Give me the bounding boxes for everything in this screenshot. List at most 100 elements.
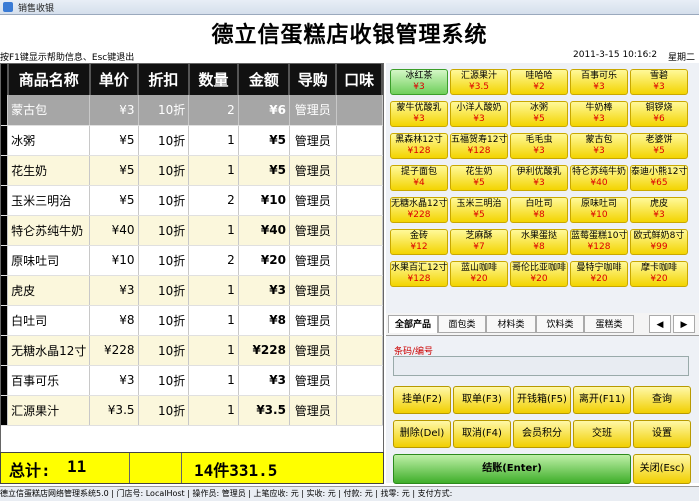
close-button[interactable]: 关闭(Esc) xyxy=(633,454,691,484)
query-button[interactable]: 查询 xyxy=(633,386,691,414)
product-price: ¥4 xyxy=(413,178,425,188)
product-button[interactable]: 哥伦比亚咖啡 ¥20 xyxy=(510,261,568,287)
total-label: 总计: xyxy=(9,461,51,480)
product-button[interactable]: 白吐司 ¥8 xyxy=(510,197,568,223)
product-name: 牛奶棒 xyxy=(585,103,613,113)
table-row[interactable]: 汇源果汁 ¥3.5 10折 1 ¥3.5 管理员 xyxy=(1,395,383,426)
tab-scroll-right-icon[interactable]: ▶ xyxy=(673,315,695,333)
product-button[interactable]: 老婆饼 ¥5 xyxy=(630,133,688,159)
table-row[interactable]: 无糖水晶12寸 ¥228 10折 1 ¥228 管理员 xyxy=(1,335,383,366)
table-row[interactable]: 玉米三明治 ¥5 10折 2 ¥10 管理员 xyxy=(1,185,383,216)
product-button[interactable]: 玉米三明治 ¥5 xyxy=(450,197,508,223)
cancel-button[interactable]: 取消(F4) xyxy=(453,420,511,448)
cell-amount: ¥5 xyxy=(238,125,290,156)
product-button[interactable]: 原味吐司 ¥10 xyxy=(570,197,628,223)
cell-name: 百事可乐 xyxy=(7,365,91,396)
table-row[interactable]: 蒙古包 ¥3 10折 2 ¥6 管理员 xyxy=(1,95,383,126)
product-button[interactable]: 芝麻酥 ¥7 xyxy=(450,229,508,255)
product-button[interactable]: 黑森林12寸 ¥128 xyxy=(390,133,448,159)
product-button[interactable]: 蒙古包 ¥3 xyxy=(570,133,628,159)
product-button[interactable]: 欧式鲜奶8寸 ¥99 xyxy=(630,229,688,255)
cell-flavor xyxy=(336,155,383,186)
cell-amount: ¥3 xyxy=(238,275,290,306)
cell-price: ¥8 xyxy=(89,305,139,336)
cell-amount: ¥6 xyxy=(238,95,290,126)
tab-scroll-left-icon[interactable]: ◀ xyxy=(649,315,671,333)
tab-bread[interactable]: 面包类 xyxy=(438,315,486,333)
col-header-price[interactable]: 单价 xyxy=(89,64,140,95)
product-button[interactable]: 百事可乐 ¥3 xyxy=(570,69,628,95)
product-button[interactable]: 小洋人酸奶 ¥3 xyxy=(450,101,508,127)
retrieve-order-button[interactable]: 取单(F3) xyxy=(453,386,511,414)
product-button[interactable]: 花生奶 ¥5 xyxy=(450,165,508,191)
hold-order-button[interactable]: 挂单(F2) xyxy=(393,386,451,414)
product-name: 小洋人酸奶 xyxy=(456,103,502,113)
product-button[interactable]: 牛奶棒 ¥3 xyxy=(570,101,628,127)
cell-flavor xyxy=(336,125,383,156)
cell-price: ¥5 xyxy=(89,125,139,156)
cell-qty: 1 xyxy=(188,335,239,366)
member-points-button[interactable]: 会员积分 xyxy=(513,420,571,448)
shift-handover-button[interactable]: 交班 xyxy=(573,420,631,448)
product-button[interactable]: 铜锣烧 ¥6 xyxy=(630,101,688,127)
product-button[interactable]: 蒙牛优酸乳 ¥3 xyxy=(390,101,448,127)
product-button[interactable]: 哇哈哈 ¥2 xyxy=(510,69,568,95)
delete-button[interactable]: 删除(Del) xyxy=(393,420,451,448)
product-button[interactable]: 汇源果汁 ¥3.5 xyxy=(450,69,508,95)
product-button[interactable]: 雪碧 ¥3 xyxy=(630,69,688,95)
col-header-discount[interactable]: 折扣 xyxy=(138,64,190,95)
product-button[interactable]: 提子面包 ¥4 xyxy=(390,165,448,191)
col-header-qty[interactable]: 数量 xyxy=(188,64,240,95)
product-name: 芝麻酥 xyxy=(465,231,493,241)
col-header-name[interactable]: 商品名称 xyxy=(7,64,91,95)
product-name: 虎皮 xyxy=(649,199,668,209)
product-button[interactable]: 摩卡咖啡 ¥20 xyxy=(630,261,688,287)
product-name: 金砖 xyxy=(409,231,428,241)
barcode-input[interactable] xyxy=(393,356,689,376)
cell-flavor xyxy=(336,395,383,426)
product-button[interactable]: 曼特宁咖啡 ¥20 xyxy=(570,261,628,287)
open-cashbox-button[interactable]: 开钱箱(F5) xyxy=(513,386,571,414)
table-row[interactable]: 百事可乐 ¥3 10折 1 ¥3 管理员 xyxy=(1,365,383,396)
settings-button[interactable]: 设置 xyxy=(633,420,691,448)
tab-cakes[interactable]: 蛋糕类 xyxy=(584,315,634,333)
product-button[interactable]: 泰迪小熊12寸 ¥65 xyxy=(630,165,688,191)
tab-drinks[interactable]: 饮料类 xyxy=(536,315,584,333)
table-row[interactable]: 虎皮 ¥3 10折 1 ¥3 管理员 xyxy=(1,275,383,306)
product-button[interactable]: 冰粥 ¥5 xyxy=(510,101,568,127)
cell-flavor xyxy=(336,365,383,396)
table-row[interactable]: 花生奶 ¥5 10折 1 ¥5 管理员 xyxy=(1,155,383,186)
product-button[interactable]: 水果百汇12寸 ¥128 xyxy=(390,261,448,287)
col-header-amount[interactable]: 金额 xyxy=(238,64,291,95)
table-row[interactable]: 原味吐司 ¥10 10折 2 ¥20 管理员 xyxy=(1,245,383,276)
category-tabs: 全部产品 面包类 材料类 饮料类 蛋糕类 ◀ ▶ xyxy=(386,313,699,336)
product-button[interactable]: 水果蛋挞 ¥8 xyxy=(510,229,568,255)
product-button[interactable]: 伊利优酸乳 ¥3 xyxy=(510,165,568,191)
table-row[interactable]: 白吐司 ¥8 10折 1 ¥8 管理员 xyxy=(1,305,383,336)
settle-button[interactable]: 结账(Enter) xyxy=(393,454,631,484)
product-button[interactable]: 五福贺寿12寸 ¥128 xyxy=(450,133,508,159)
leave-button[interactable]: 离开(F11) xyxy=(573,386,631,414)
tab-all-products[interactable]: 全部产品 xyxy=(388,315,438,333)
product-button[interactable]: 蓝山咖啡 ¥20 xyxy=(450,261,508,287)
product-button[interactable]: 毛毛虫 ¥3 xyxy=(510,133,568,159)
table-row[interactable]: 冰粥 ¥5 10折 1 ¥5 管理员 xyxy=(1,125,383,156)
product-price: ¥128 xyxy=(407,274,431,284)
product-button[interactable]: 无糖水晶12寸 ¥228 xyxy=(390,197,448,223)
cell-name: 花生奶 xyxy=(7,155,91,186)
product-button[interactable]: 蓝莓蛋糕10寸 ¥128 xyxy=(570,229,628,255)
product-name: 五福贺寿12寸 xyxy=(451,135,508,145)
sales-grid[interactable]: 商品名称 单价 折扣 数量 金额 导购 口味 蒙古包 ¥3 10折 2 ¥6 管理员 冰粥 ¥… xyxy=(0,63,384,456)
product-name: 冰粥 xyxy=(529,103,548,113)
product-button[interactable]: 特仑苏纯牛奶 ¥40 xyxy=(570,165,628,191)
product-button[interactable]: 虎皮 ¥3 xyxy=(630,197,688,223)
col-header-flavor[interactable]: 口味 xyxy=(336,64,383,95)
product-button[interactable]: 冰红茶 ¥3 xyxy=(390,69,448,95)
product-name: 雪碧 xyxy=(649,71,668,81)
cell-flavor xyxy=(336,245,383,276)
product-button[interactable]: 金砖 ¥12 xyxy=(390,229,448,255)
table-row[interactable]: 特仑苏纯牛奶 ¥40 10折 1 ¥40 管理员 xyxy=(1,215,383,246)
tab-materials[interactable]: 材料类 xyxy=(486,315,536,333)
col-header-guide[interactable]: 导购 xyxy=(289,64,338,95)
cell-amount: ¥5 xyxy=(238,155,290,186)
